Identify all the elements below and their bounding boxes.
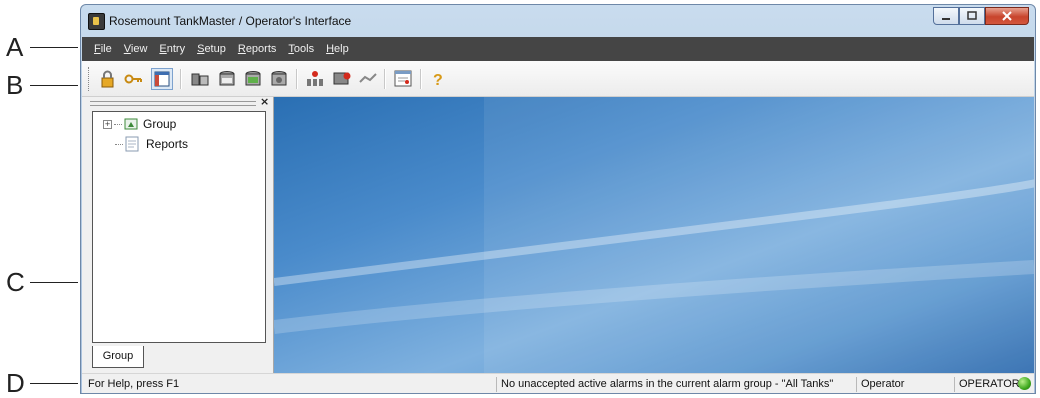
status-role: Operator — [856, 377, 954, 392]
tree-item-label: Reports — [146, 137, 189, 151]
pane-close-button[interactable]: × — [260, 95, 269, 108]
wallpaper-swoosh — [274, 97, 1034, 373]
tab-group[interactable]: Group — [92, 346, 144, 368]
menu-reports-label: eports — [245, 43, 277, 55]
help-icon[interactable]: ? — [428, 68, 450, 90]
callout-b: B — [0, 70, 80, 100]
menu-tools-label: ools — [293, 43, 315, 55]
toolbar-separator — [296, 69, 298, 89]
alarm-summary-icon[interactable] — [331, 68, 353, 90]
application-window: Rosemount TankMaster / Operator's Interf… — [80, 4, 1036, 394]
expand-icon[interactable]: + — [103, 119, 112, 129]
menu-file-label: ile — [100, 43, 112, 55]
svg-text:?: ? — [433, 72, 443, 89]
workspace-tree: + Group Reports — [92, 111, 266, 343]
lock-icon[interactable] — [96, 68, 118, 90]
menu-file[interactable]: File — [94, 43, 112, 55]
callout-line — [30, 85, 78, 86]
callout-line — [30, 282, 78, 283]
menu-view-label: iew — [130, 43, 148, 55]
callout-a: A — [0, 32, 80, 62]
tank-group-icon[interactable] — [216, 68, 238, 90]
menu-setup[interactable]: Setup — [197, 43, 226, 55]
toolbar-separator — [420, 69, 422, 89]
alarm-tanks-icon[interactable] — [304, 68, 326, 90]
alarm-mute-icon[interactable] — [357, 68, 379, 90]
close-icon — [1002, 11, 1012, 21]
main-workspace[interactable] — [274, 97, 1034, 373]
report-icon[interactable] — [392, 68, 414, 90]
connection-status-icon — [1018, 377, 1031, 390]
menu-entry-label: ntry — [166, 43, 186, 55]
key-icon[interactable] — [122, 68, 144, 90]
menu-view-mnemonic: V — [123, 43, 131, 55]
group-folder-icon — [124, 118, 138, 130]
menu-reports-mnemonic: R — [237, 43, 246, 55]
menu-setup-label: etup — [204, 43, 226, 55]
tree-item-label: Group — [143, 117, 177, 131]
callout-letter-c: C — [6, 267, 25, 297]
tree-item-group[interactable]: + Group — [103, 116, 176, 132]
window-title: Rosemount TankMaster / Operator's Interf… — [109, 14, 352, 28]
menu-entry-mnemonic: E — [159, 43, 167, 55]
window-controls — [933, 7, 1029, 27]
toolbar: ? — [82, 61, 1034, 97]
callout-line — [30, 47, 78, 48]
menu-tools[interactable]: Tools — [288, 43, 314, 55]
workspace-view-icon[interactable] — [151, 68, 173, 90]
toolbar-grip[interactable] — [88, 67, 92, 91]
menu-reports[interactable]: Reports — [238, 43, 277, 55]
tree-connector — [114, 123, 122, 125]
close-button[interactable] — [985, 7, 1029, 25]
callout-letter-d: D — [6, 368, 25, 398]
menu-help-label: elp — [334, 43, 349, 55]
menu-help-mnemonic: H — [326, 43, 335, 55]
pane-grip[interactable] — [90, 101, 256, 106]
status-bar: For Help, press F1 No unaccepted active … — [82, 373, 1034, 393]
menu-file-mnemonic: F — [94, 43, 101, 55]
callout-letter-b: B — [6, 70, 24, 100]
title-bar[interactable]: Rosemount TankMaster / Operator's Interf… — [81, 5, 1035, 37]
tank-green-icon[interactable] — [242, 68, 264, 90]
tree-connector — [115, 143, 123, 145]
tree-item-reports[interactable]: Reports — [113, 136, 188, 152]
status-help-text: For Help, press F1 — [88, 378, 180, 390]
minimize-button[interactable] — [933, 7, 959, 25]
menu-bar: File View Entry Setup Reports Tools Help — [82, 37, 1034, 61]
reports-icon — [125, 136, 139, 152]
menu-view[interactable]: View — [124, 43, 148, 55]
minimize-icon — [942, 18, 950, 20]
app-icon[interactable] — [88, 13, 105, 30]
maximize-icon — [967, 11, 977, 20]
callout-line — [30, 383, 78, 384]
callout-letter-a: A — [6, 32, 24, 62]
menu-entry[interactable]: Entry — [159, 43, 185, 55]
status-alarm-text: No unaccepted active alarms in the curre… — [496, 377, 854, 392]
menu-help[interactable]: Help — [326, 43, 349, 55]
callout-c: C — [0, 267, 80, 297]
toolbar-separator — [384, 69, 386, 89]
callout-d: D — [0, 368, 80, 398]
group-pane: × + Group Reports Group — [82, 95, 274, 373]
tank-config-icon[interactable] — [268, 68, 290, 90]
maximize-button[interactable] — [959, 7, 985, 25]
tank-view-icon[interactable] — [189, 68, 211, 90]
toolbar-separator — [180, 69, 182, 89]
